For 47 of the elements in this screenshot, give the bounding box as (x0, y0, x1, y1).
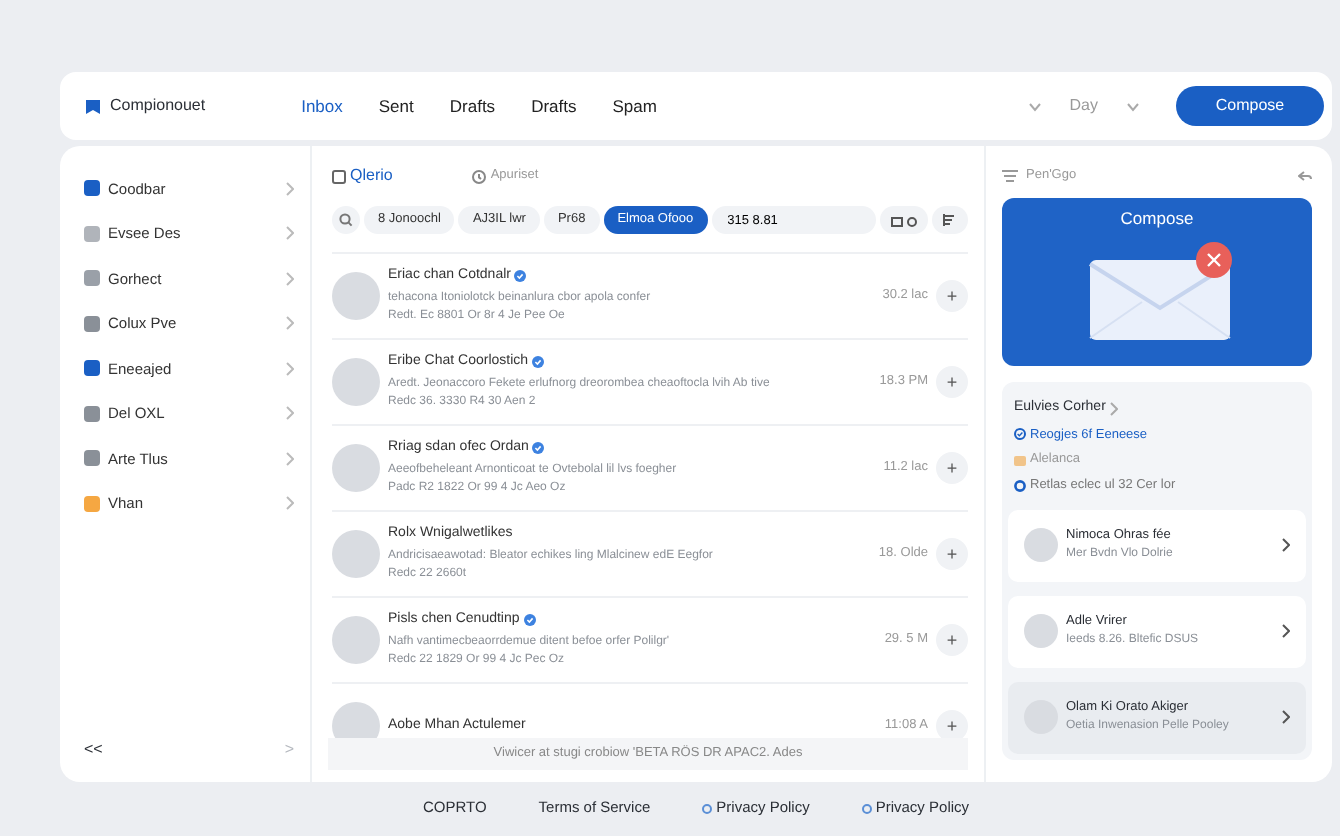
chevron-right-icon (286, 361, 294, 376)
compose-card-title: Compose (1120, 206, 1194, 232)
search-icon[interactable] (332, 206, 360, 234)
chevron-right-icon (286, 316, 294, 331)
filter-icon[interactable] (1002, 170, 1018, 182)
chevron-right-icon (1282, 710, 1290, 725)
chevron-right-icon (286, 406, 294, 421)
avatar-placeholder (332, 616, 380, 664)
chevron-right-icon (286, 226, 294, 241)
add-button[interactable]: + (936, 538, 968, 570)
sort-icon[interactable] (931, 206, 968, 234)
avatar-placeholder (332, 444, 380, 492)
compose-button[interactable]: Compose (1176, 86, 1324, 126)
bookmark-icon (84, 97, 102, 115)
check-circle-icon (1014, 428, 1026, 441)
chevron-right-icon (286, 496, 294, 511)
clock-icon (472, 169, 487, 183)
add-button[interactable]: + (936, 366, 968, 398)
reply-icon[interactable] (1298, 170, 1312, 182)
nav-tab[interactable]: Drafts (449, 93, 496, 119)
chevron-down-icon[interactable] (1126, 101, 1140, 111)
avatar-placeholder (1024, 614, 1058, 649)
ring-icon (1014, 479, 1026, 492)
add-button[interactable]: + (936, 452, 968, 484)
avatar-placeholder (332, 358, 380, 406)
checkbox[interactable] (332, 169, 346, 183)
avatar-placeholder (332, 272, 380, 320)
chevron-right-icon (1109, 401, 1118, 416)
compose-card[interactable]: Compose (1002, 198, 1312, 366)
chevron-right-icon (286, 451, 294, 466)
avatar-placeholder (1024, 528, 1058, 563)
chevron-down-icon[interactable] (1027, 101, 1042, 111)
add-button[interactable]: + (936, 624, 968, 656)
nav-tab[interactable]: Sent (378, 93, 414, 119)
nav-tab[interactable]: Spam (612, 93, 657, 119)
chevron-right-icon (286, 271, 294, 286)
nav-tab[interactable]: Inbox (301, 93, 343, 119)
app-name: Compionouet (110, 94, 206, 118)
chevron-right-icon (1282, 624, 1290, 639)
add-button[interactable]: + (936, 280, 968, 312)
nav-tab[interactable]: Drafts (531, 93, 577, 119)
chevron-right-icon (286, 181, 294, 196)
tag-icon (1014, 455, 1026, 466)
collapse-button[interactable]: << (84, 738, 103, 762)
select-label: Qlerio (350, 164, 393, 188)
chevron-right-icon (1282, 538, 1290, 553)
avatar-placeholder (332, 530, 380, 578)
